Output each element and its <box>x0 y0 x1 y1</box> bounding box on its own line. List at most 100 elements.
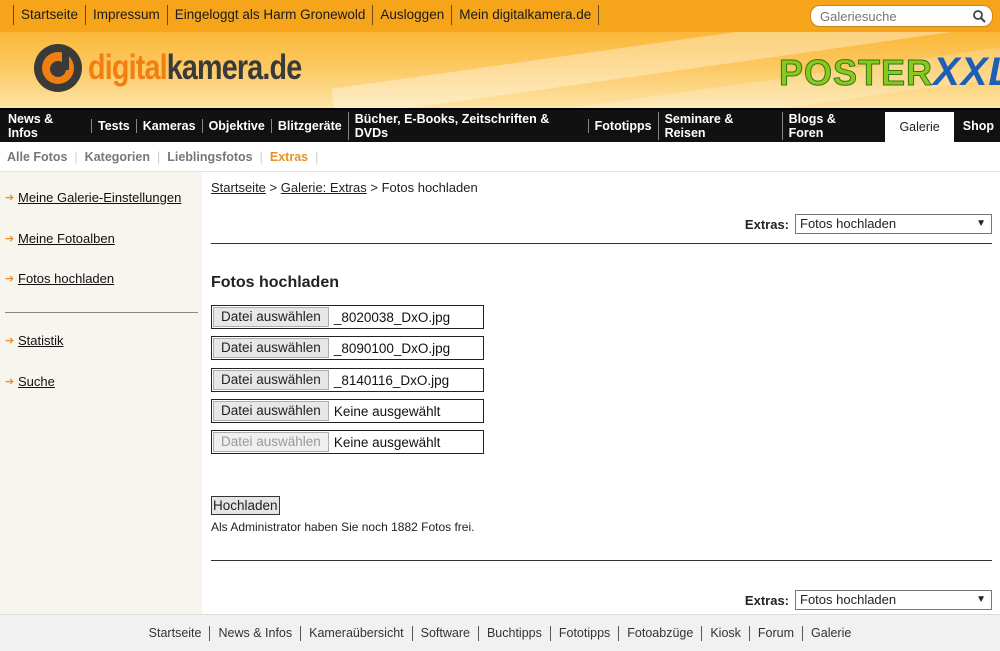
choose-file-button[interactable]: Datei auswählen <box>213 338 329 358</box>
footer-link-news[interactable]: News & Infos <box>209 625 300 641</box>
divider <box>211 243 992 244</box>
nav-tests[interactable]: Tests <box>91 119 136 133</box>
gallery-subnav: Alle Fotos | Kategorien | Lieblingsfotos | … <box>0 142 1000 172</box>
footer-link-cameras[interactable]: Kameraübersicht <box>300 625 412 641</box>
footer-nav: Startseite News & Infos Kameraübersicht … <box>0 614 1000 651</box>
file-input-4: Datei auswählen Keine ausgewählt <box>211 399 484 423</box>
nav-flashes[interactable]: Blitzgeräte <box>270 119 348 133</box>
extras-select-top: Extras: Fotos hochladen ▼ <box>745 214 992 234</box>
quota-note: Als Administrator haben Sie noch 1882 Fo… <box>211 520 475 534</box>
chevron-down-icon: ▼ <box>976 218 986 229</box>
search-input[interactable] <box>820 9 970 24</box>
subnav-separator: | <box>74 149 78 164</box>
nav-gallery[interactable]: Galerie <box>885 112 954 142</box>
arrow-right-icon: ➔ <box>5 376 15 388</box>
upload-button[interactable]: Hochladen <box>211 496 280 515</box>
breadcrumb-separator: > <box>269 180 278 195</box>
footer-link-kiosk[interactable]: Kiosk <box>701 625 749 641</box>
extras-label: Extras: <box>744 592 789 608</box>
top-link-my-account[interactable]: Mein digitalkamera.de <box>451 5 600 25</box>
file-input-3: Datei auswählen _8140116_DxO.jpg <box>211 368 484 392</box>
top-link-logout[interactable]: Ausloggen <box>372 5 451 25</box>
arrow-right-icon: ➔ <box>5 335 15 347</box>
file-name: Keine ausgewählt <box>333 403 441 419</box>
subnav-extras[interactable]: Extras <box>270 150 308 164</box>
divider <box>211 560 992 561</box>
nav-blogs-forums[interactable]: Blogs & Foren <box>781 112 886 140</box>
arrow-right-icon: ➔ <box>5 273 15 285</box>
breadcrumb: Startseite > Galerie: Extras > Fotos hoc… <box>211 180 478 195</box>
sidebar-link[interactable]: Suche <box>18 374 55 389</box>
file-name: _8140116_DxO.jpg <box>333 372 450 388</box>
page-title: Fotos hochladen <box>211 274 339 291</box>
nav-seminars[interactable]: Seminare & Reisen <box>657 112 782 140</box>
arrow-right-icon: ➔ <box>5 233 15 245</box>
subnav-separator: | <box>156 149 161 164</box>
file-input-2: Datei auswählen _8090100_DxO.jpg <box>211 336 484 360</box>
footer-link-home[interactable]: Startseite <box>141 626 210 641</box>
search-icon[interactable] <box>972 9 986 23</box>
chevron-down-icon: ▼ <box>976 594 986 605</box>
file-name: Keine ausgewählt <box>333 434 441 450</box>
arrow-right-icon: ➔ <box>5 192 15 204</box>
sidebar-link[interactable]: Meine Galerie-Einstellungen <box>18 190 181 205</box>
sidebar-item-photo-albums[interactable]: ➔ Meine Fotoalben <box>5 231 115 246</box>
main-nav: News & Infos Tests Kameras Objektive Bli… <box>0 108 1000 142</box>
sidebar-link[interactable]: Meine Fotoalben <box>18 231 115 246</box>
top-links: Startseite Impressum Eingeloggt als Harm… <box>13 5 600 25</box>
choose-file-button[interactable]: Datei auswählen <box>213 370 329 390</box>
posterxxl-ad[interactable]: POSTERXXL <box>778 50 1000 95</box>
file-name: _8020038_DxO.jpg <box>333 309 451 325</box>
nav-photo-tips[interactable]: Fototipps <box>587 119 658 133</box>
extras-select-bottom: Extras: Fotos hochladen ▼ <box>745 590 992 610</box>
extras-selected-value: Fotos hochladen <box>800 592 897 607</box>
choose-file-button[interactable]: Datei auswählen <box>213 307 329 327</box>
subnav-separator: | <box>259 149 263 164</box>
site-logo[interactable]: digitalkamera.de <box>32 42 348 94</box>
footer-link-gallery[interactable]: Galerie <box>802 625 859 641</box>
choose-file-button-disabled: Datei auswählen <box>213 432 329 452</box>
subnav-categories[interactable]: Kategorien <box>85 150 150 164</box>
sidebar: ➔ Meine Galerie-Einstellungen ➔ Meine Foto… <box>0 172 202 614</box>
footer-link-booktips[interactable]: Buchtipps <box>477 625 550 641</box>
nav-books[interactable]: Bücher, E-Books, Zeitschriften & DVDs <box>347 112 588 140</box>
footer-link-forum[interactable]: Forum <box>748 625 802 641</box>
top-bar: Startseite Impressum Eingeloggt als Harm… <box>0 0 1000 32</box>
nav-shop[interactable]: Shop <box>954 119 1000 133</box>
choose-file-button[interactable]: Datei auswählen <box>213 401 329 421</box>
sidebar-link[interactable]: Statistik <box>18 333 64 348</box>
top-link-imprint[interactable]: Impressum <box>85 5 167 25</box>
breadcrumb-home[interactable]: Startseite <box>211 180 266 195</box>
file-input-5: Datei auswählen Keine ausgewählt <box>211 430 484 454</box>
top-link-user[interactable]: Eingeloggt als Harm Gronewold <box>166 5 373 25</box>
nav-cameras[interactable]: Kameras <box>135 119 202 133</box>
top-link-home[interactable]: Startseite <box>13 5 85 25</box>
subnav-favorites[interactable]: Lieblingsfotos <box>167 150 252 164</box>
sidebar-item-gallery-settings[interactable]: ➔ Meine Galerie-Einstellungen <box>5 190 181 205</box>
file-name: _8090100_DxO.jpg <box>333 340 451 356</box>
sidebar-item-statistics[interactable]: ➔ Statistik <box>5 333 64 348</box>
sidebar-link[interactable]: Fotos hochladen <box>18 271 114 286</box>
sidebar-item-search[interactable]: ➔ Suche <box>5 374 55 389</box>
extras-selected-value: Fotos hochladen <box>800 216 897 231</box>
breadcrumb-current: Fotos hochladen <box>381 180 478 195</box>
file-input-1: Datei auswählen _8020038_DxO.jpg <box>211 305 484 329</box>
subnav-all-photos[interactable]: Alle Fotos <box>7 150 67 164</box>
gallery-search <box>810 5 993 27</box>
nav-news[interactable]: News & Infos <box>2 112 91 140</box>
logo-d-icon <box>34 44 82 92</box>
breadcrumb-separator: > <box>370 180 378 195</box>
subnav-separator: | <box>315 149 319 164</box>
nav-lenses[interactable]: Objektive <box>201 119 271 133</box>
extras-dropdown[interactable]: Fotos hochladen ▼ <box>795 214 992 234</box>
extras-label: Extras: <box>744 216 789 232</box>
header-banner: digitalkamera.de POSTERXXL <box>0 32 1000 108</box>
sidebar-divider <box>5 312 198 313</box>
breadcrumb-gallery-extras[interactable]: Galerie: Extras <box>281 180 367 195</box>
footer-link-software[interactable]: Software <box>411 625 478 641</box>
extras-dropdown[interactable]: Fotos hochladen ▼ <box>795 590 992 610</box>
footer-link-prints[interactable]: Fotoabzüge <box>618 625 701 641</box>
sidebar-item-upload-photos[interactable]: ➔ Fotos hochladen <box>5 271 114 286</box>
footer-link-phototips[interactable]: Fototipps <box>549 625 618 641</box>
logo-text: digitalkamera.de <box>88 48 302 87</box>
